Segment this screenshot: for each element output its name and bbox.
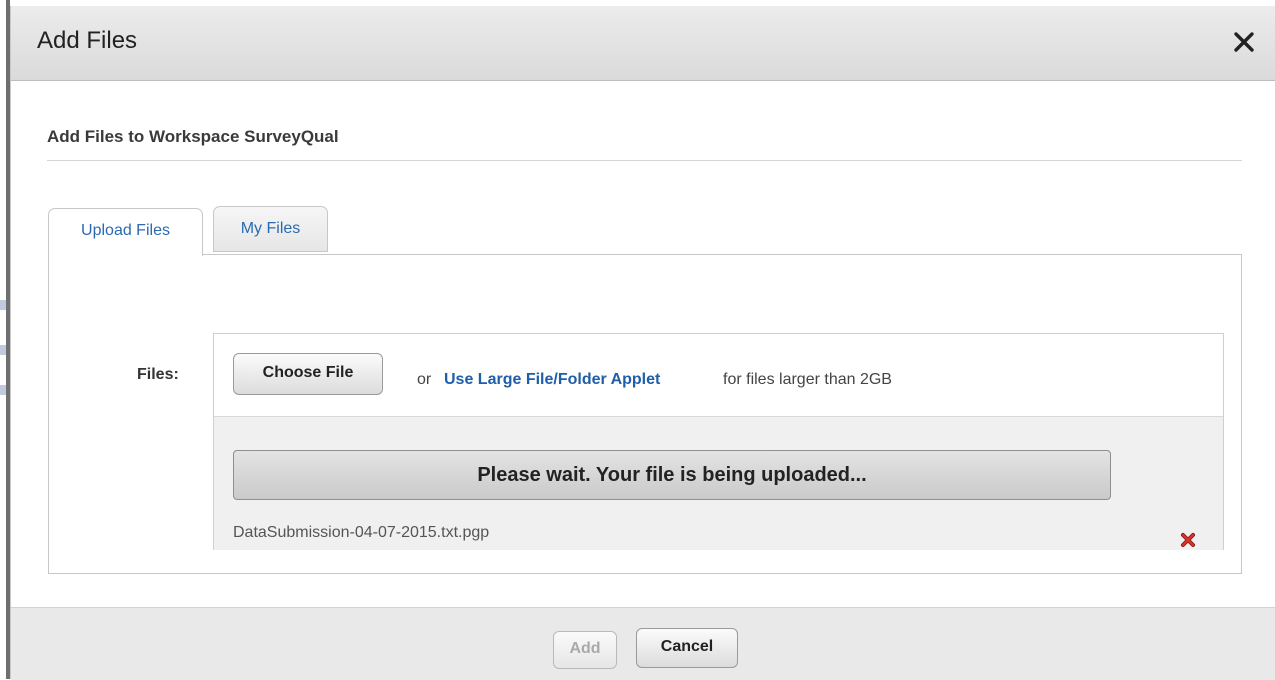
cancel-button[interactable]: Cancel bbox=[636, 628, 738, 668]
dialog-title: Add Files bbox=[37, 27, 138, 54]
add-files-dialog: Add Files Add Files to Workspace SurveyQ… bbox=[10, 6, 1275, 680]
upload-progress-bar: Please wait. Your file is being uploaded… bbox=[233, 450, 1111, 500]
large-file-applet-link[interactable]: Use Large File/Folder Applet bbox=[444, 371, 660, 389]
tab-my-files[interactable]: My Files bbox=[213, 206, 328, 252]
remove-file-icon[interactable] bbox=[1180, 532, 1196, 548]
tab-upload-files[interactable]: Upload Files bbox=[48, 208, 203, 256]
upload-progress-text: Please wait. Your file is being uploaded… bbox=[477, 464, 867, 486]
background-ghost-mark bbox=[0, 385, 6, 395]
files-label: Files: bbox=[137, 366, 179, 383]
subtitle-divider bbox=[47, 160, 1242, 161]
add-button[interactable]: Add bbox=[553, 631, 617, 669]
background-ghost-mark bbox=[0, 300, 6, 310]
background-page-edge bbox=[0, 0, 10, 679]
background-ghost-mark bbox=[0, 345, 6, 355]
applet-note: for files larger than 2GB bbox=[723, 371, 892, 388]
close-icon[interactable] bbox=[1230, 28, 1258, 56]
uploading-file-name: DataSubmission-04-07-2015.txt.pgp bbox=[233, 524, 490, 541]
dialog-subtitle: Add Files to Workspace SurveyQual bbox=[47, 127, 339, 146]
choose-file-button[interactable]: Choose File bbox=[233, 353, 383, 395]
or-text: or bbox=[417, 371, 432, 388]
dialog-titlebar: Add Files bbox=[11, 6, 1275, 81]
